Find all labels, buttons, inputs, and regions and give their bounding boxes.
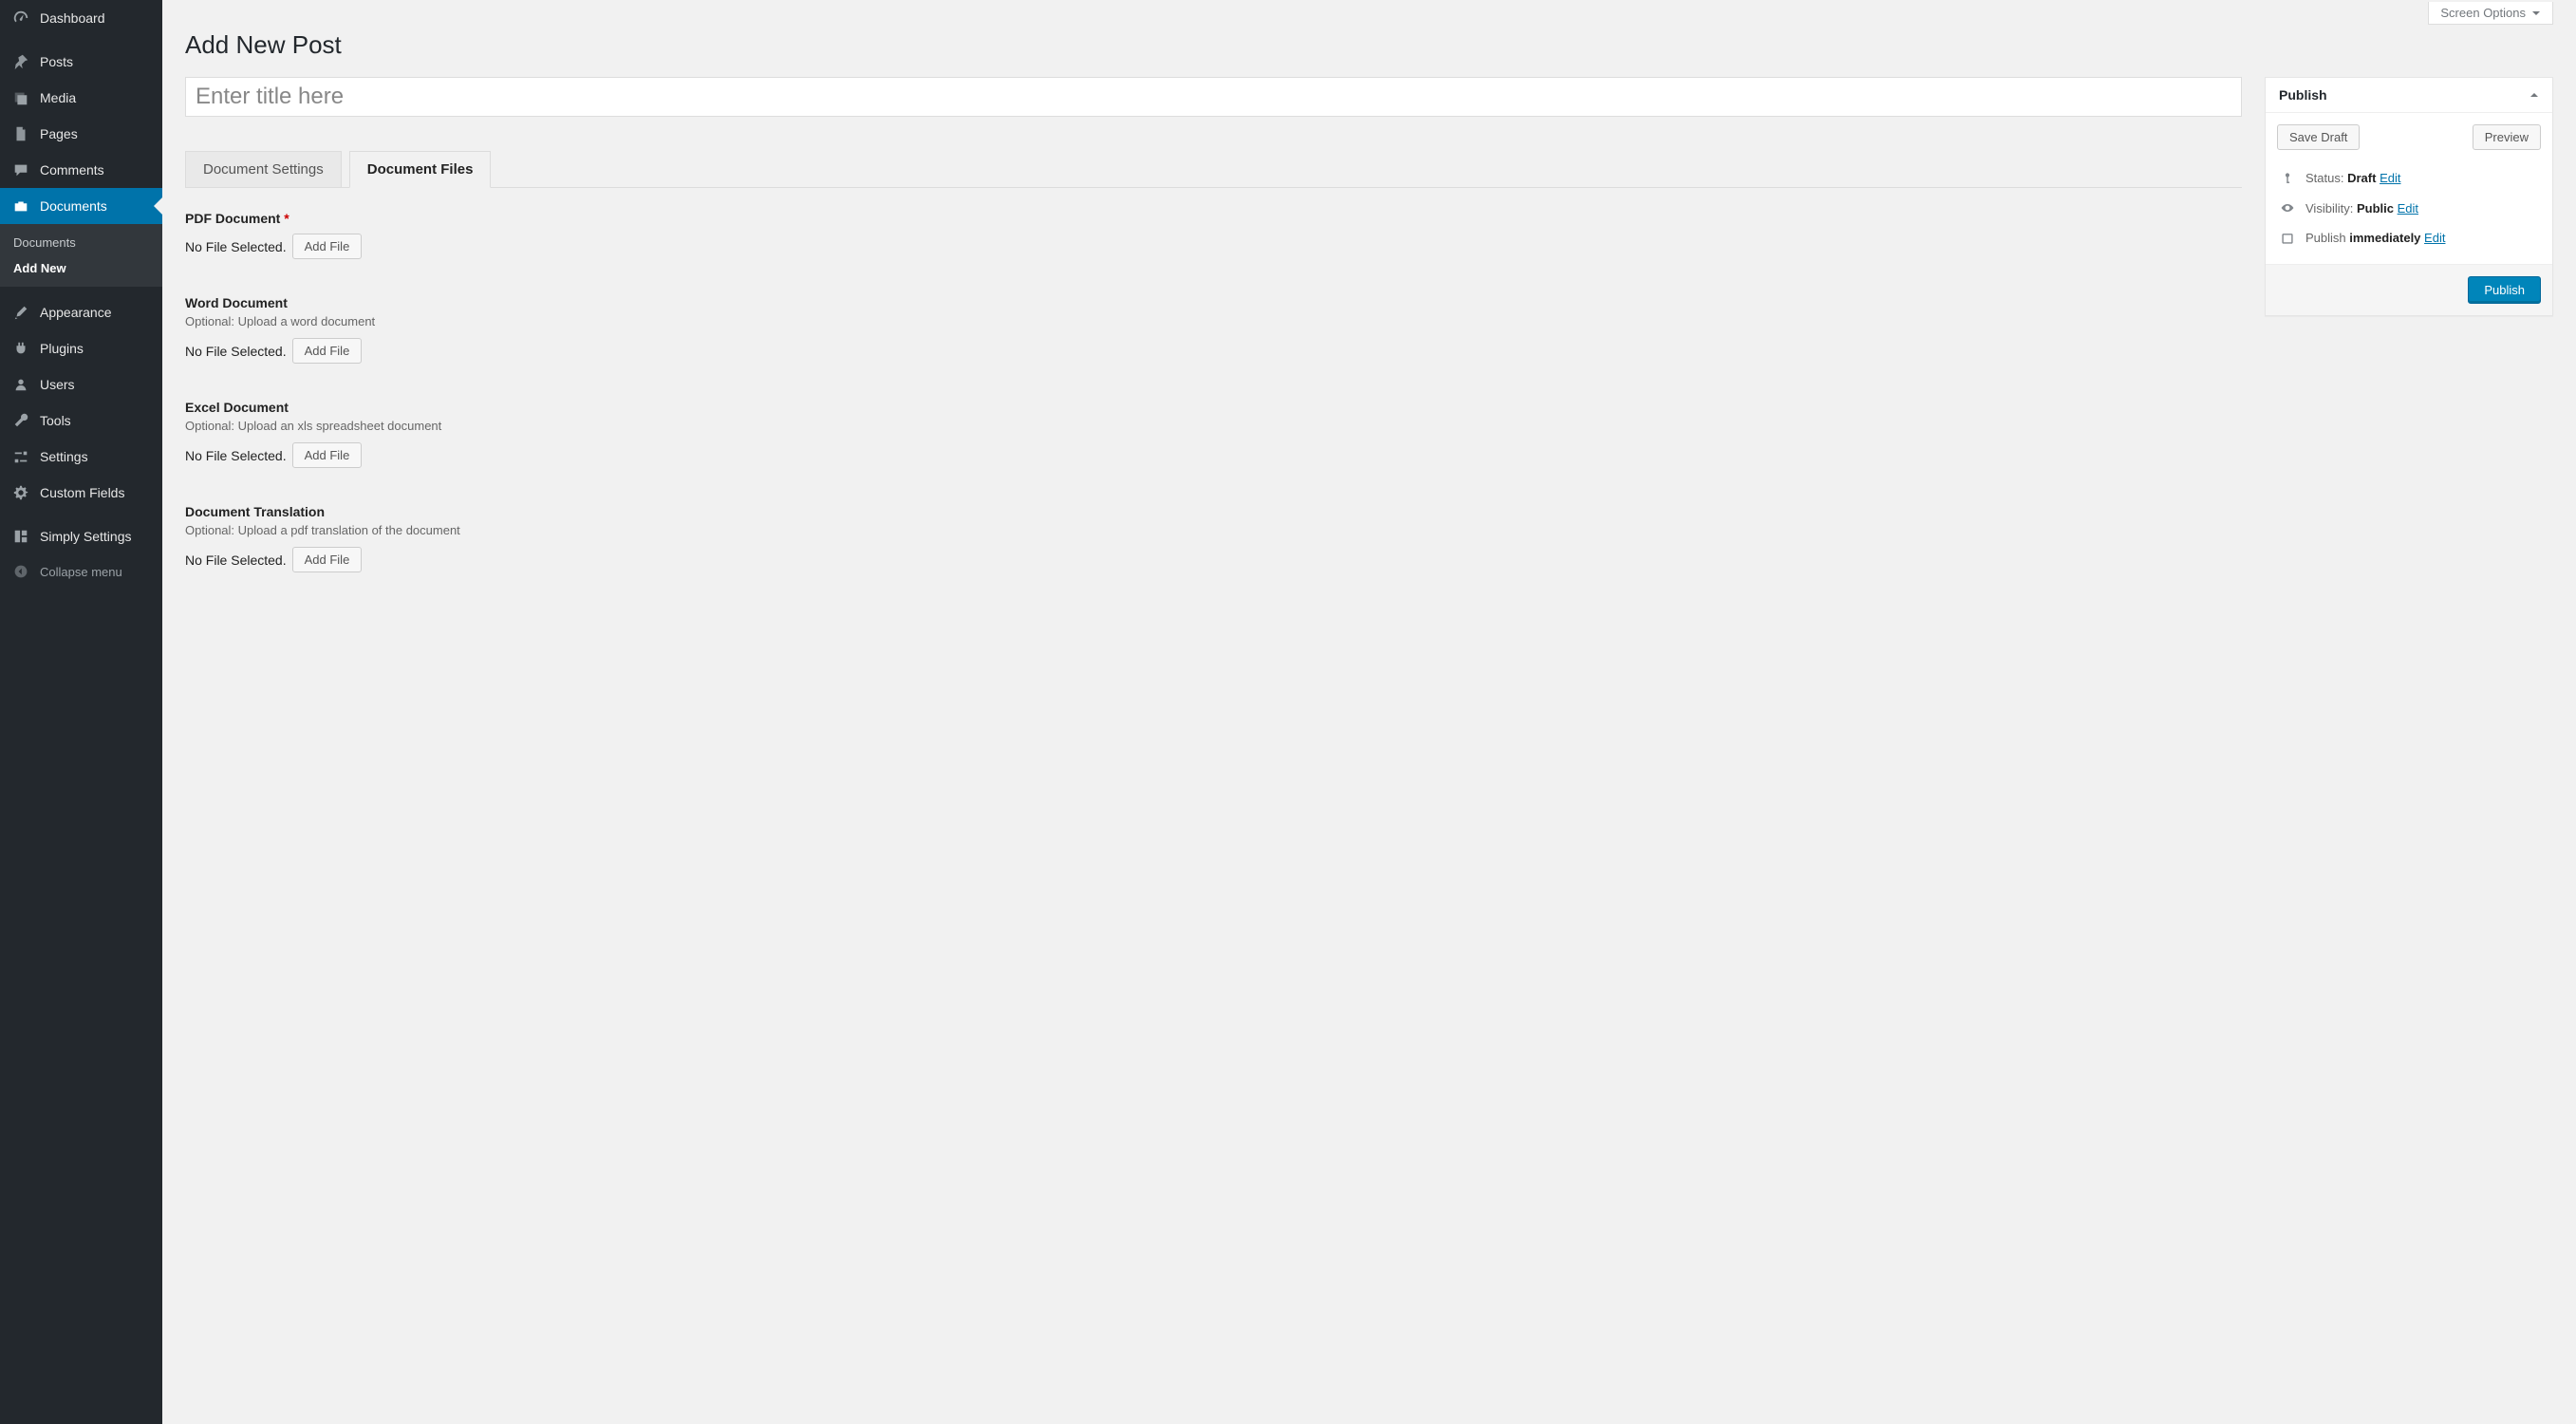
publish-metabox-toggle[interactable]: Publish xyxy=(2266,78,2552,113)
eye-icon xyxy=(2279,200,2296,215)
gauge-icon xyxy=(11,9,30,28)
file-state: No File Selected. xyxy=(185,344,287,359)
field-word-document: Word Document Optional: Upload a word do… xyxy=(185,295,2242,364)
publish-button[interactable]: Publish xyxy=(2468,276,2541,304)
file-state: No File Selected. xyxy=(185,448,287,463)
publish-metabox: Publish Save Draft Preview xyxy=(2265,77,2553,316)
plug-icon xyxy=(11,339,30,358)
document-tabs: Document Settings Document Files xyxy=(185,151,2242,188)
field-label: PDF Document xyxy=(185,211,280,226)
post-title-input[interactable] xyxy=(185,77,2242,117)
schedule-value: immediately xyxy=(2349,231,2420,245)
edit-status-link[interactable]: Edit xyxy=(2380,171,2400,185)
sidebar-sub-documents-add[interactable]: Add New xyxy=(0,255,162,281)
sidebar-item-label: Dashboard xyxy=(40,10,105,26)
edit-schedule-link[interactable]: Edit xyxy=(2424,231,2445,245)
sidebar-item-label: Plugins xyxy=(40,341,84,356)
collapse-icon xyxy=(11,562,30,581)
publish-status-row: Status: Draft Edit xyxy=(2277,163,2541,193)
sidebar-item-label: Appearance xyxy=(40,305,112,320)
sidebar-item-simply-settings[interactable]: Simply Settings xyxy=(0,518,162,554)
calendar-icon xyxy=(2279,232,2296,245)
visibility-label: Visibility: xyxy=(2305,201,2353,215)
add-file-button[interactable]: Add File xyxy=(292,234,363,259)
sidebar-item-label: Custom Fields xyxy=(40,485,124,500)
admin-sidebar: Dashboard Posts Media Pages Comments Doc… xyxy=(0,0,162,1424)
field-label: Document Translation xyxy=(185,504,2242,519)
chevron-up-icon xyxy=(2529,90,2539,100)
main-content: Screen Options Add New Post Document Set… xyxy=(162,0,2576,1424)
sidebar-item-label: Posts xyxy=(40,54,73,69)
publish-box-title: Publish xyxy=(2279,87,2327,103)
save-draft-button[interactable]: Save Draft xyxy=(2277,124,2360,150)
collapse-label: Collapse menu xyxy=(40,565,122,579)
page-icon xyxy=(11,124,30,143)
add-file-button[interactable]: Add File xyxy=(292,442,363,468)
field-pdf-document: PDF Document * No File Selected. Add Fil… xyxy=(185,211,2242,259)
gear-icon xyxy=(11,483,30,502)
layout-icon xyxy=(11,527,30,546)
sidebar-item-label: Simply Settings xyxy=(40,529,131,544)
status-label: Status: xyxy=(2305,171,2343,185)
sidebar-item-custom-fields[interactable]: Custom Fields xyxy=(0,475,162,511)
comment-icon xyxy=(11,160,30,179)
brush-icon xyxy=(11,303,30,322)
sidebar-item-label: Documents xyxy=(40,198,107,214)
sidebar-item-users[interactable]: Users xyxy=(0,366,162,403)
field-label: Excel Document xyxy=(185,400,2242,415)
sidebar-item-posts[interactable]: Posts xyxy=(0,44,162,80)
file-state: No File Selected. xyxy=(185,553,287,568)
visibility-value: Public xyxy=(2357,201,2394,215)
user-icon xyxy=(11,375,30,394)
publish-schedule-row: Publish immediately Edit xyxy=(2277,223,2541,253)
sidebar-item-tools[interactable]: Tools xyxy=(0,403,162,439)
preview-button[interactable]: Preview xyxy=(2473,124,2541,150)
key-icon xyxy=(2279,172,2296,185)
required-asterisk: * xyxy=(284,211,289,226)
sidebar-item-label: Settings xyxy=(40,449,88,464)
field-description: Optional: Upload an xls spreadsheet docu… xyxy=(185,419,2242,433)
publish-visibility-row: Visibility: Public Edit xyxy=(2277,193,2541,223)
sidebar-item-comments[interactable]: Comments xyxy=(0,152,162,188)
add-file-button[interactable]: Add File xyxy=(292,338,363,364)
sidebar-item-pages[interactable]: Pages xyxy=(0,116,162,152)
field-document-translation: Document Translation Optional: Upload a … xyxy=(185,504,2242,572)
add-file-button[interactable]: Add File xyxy=(292,547,363,572)
sidebar-item-settings[interactable]: Settings xyxy=(0,439,162,475)
edit-visibility-link[interactable]: Edit xyxy=(2398,201,2418,215)
chevron-down-icon xyxy=(2531,9,2541,18)
schedule-label: Publish xyxy=(2305,231,2346,245)
tab-document-settings[interactable]: Document Settings xyxy=(185,151,342,188)
sidebar-item-label: Tools xyxy=(40,413,71,428)
field-description: Optional: Upload a word document xyxy=(185,314,2242,328)
media-icon xyxy=(11,88,30,107)
screen-options-toggle[interactable]: Screen Options xyxy=(2428,2,2553,25)
sidebar-item-documents[interactable]: Documents xyxy=(0,188,162,224)
sidebar-item-label: Pages xyxy=(40,126,78,141)
collapse-menu-button[interactable]: Collapse menu xyxy=(0,554,162,589)
pin-icon xyxy=(11,52,30,71)
status-value: Draft xyxy=(2347,171,2376,185)
sidebar-item-label: Comments xyxy=(40,162,104,178)
sidebar-item-label: Users xyxy=(40,377,75,392)
sidebar-item-label: Media xyxy=(40,90,76,105)
sidebar-item-plugins[interactable]: Plugins xyxy=(0,330,162,366)
sidebar-sub-documents-all[interactable]: Documents xyxy=(0,230,162,255)
screen-options-label: Screen Options xyxy=(2440,6,2526,20)
page-title: Add New Post xyxy=(185,30,2553,60)
field-label: Word Document xyxy=(185,295,2242,310)
sliders-icon xyxy=(11,447,30,466)
tab-document-files[interactable]: Document Files xyxy=(349,151,492,188)
file-state: No File Selected. xyxy=(185,239,287,254)
sidebar-item-dashboard[interactable]: Dashboard xyxy=(0,0,162,36)
field-description: Optional: Upload a pdf translation of th… xyxy=(185,523,2242,537)
sidebar-item-media[interactable]: Media xyxy=(0,80,162,116)
sidebar-item-appearance[interactable]: Appearance xyxy=(0,294,162,330)
sidebar-sub-documents: Documents Add New xyxy=(0,224,162,287)
field-excel-document: Excel Document Optional: Upload an xls s… xyxy=(185,400,2242,468)
briefcase-icon xyxy=(11,197,30,215)
wrench-icon xyxy=(11,411,30,430)
